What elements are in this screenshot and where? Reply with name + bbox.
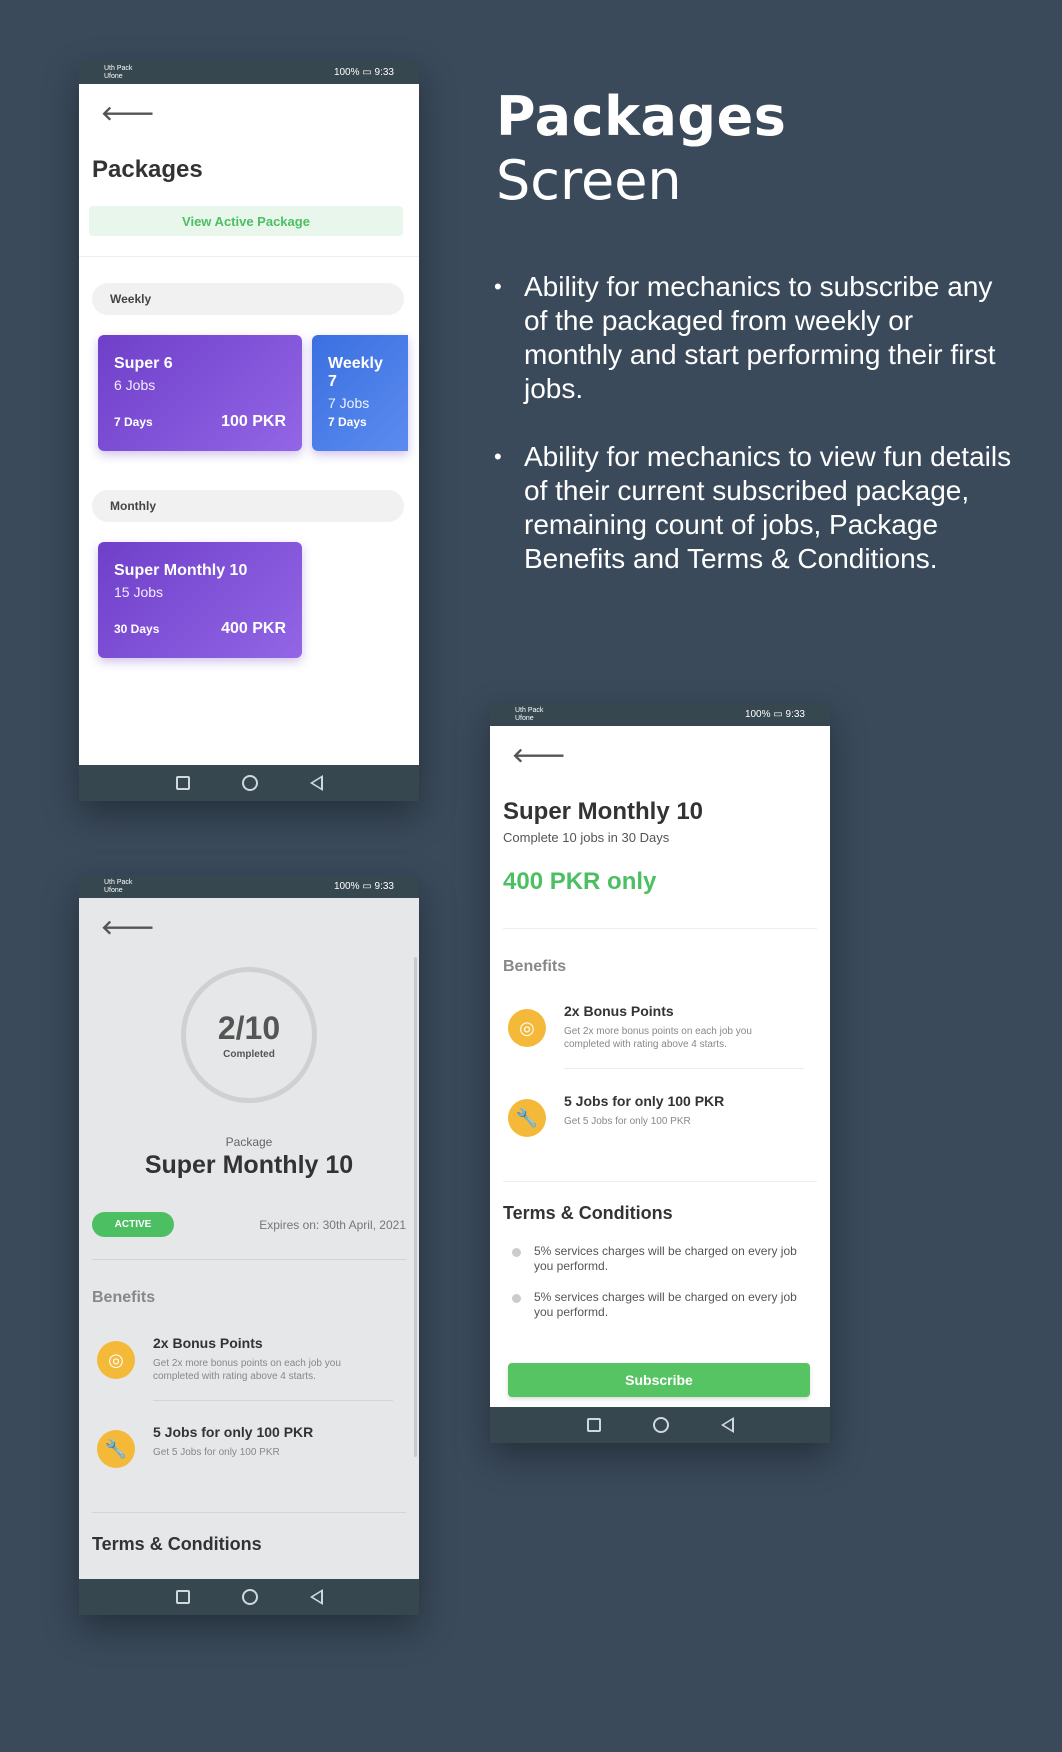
benefit-title: 2x Bonus Points: [564, 1003, 674, 1019]
package-card-super-6[interactable]: Super 6 6 Jobs 7 Days 100 PKR: [98, 335, 302, 451]
benefit-description: Get 2x more bonus points on each job you…: [153, 1358, 341, 1382]
benefit-item: ◎ 2x Bonus Points Get 2x more bonus poin…: [508, 1003, 798, 1063]
package-name: Super Monthly 10: [114, 562, 248, 579]
package-days: 7 Days: [328, 415, 367, 429]
recent-apps-icon[interactable]: [586, 1418, 601, 1432]
divider: [92, 1259, 406, 1260]
progress-label: Completed: [223, 1049, 275, 1060]
wrench-icon: 🔧: [97, 1430, 135, 1468]
divider: [564, 1068, 804, 1069]
benefit-description: Get 5 Jobs for only 100 PKR: [153, 1447, 280, 1458]
battery-level: 100%: [744, 709, 771, 720]
carrier-label: Ufone: [104, 72, 123, 80]
package-subtitle: Complete 10 jobs in 30 Days: [503, 830, 670, 845]
packages-screen: Uth Pack Ufone 100% ▭ 9:33 🡐 Packages Vie…: [79, 61, 419, 801]
divider: [503, 1181, 817, 1182]
feature-item: Ability for mechanics to view fun detail…: [494, 440, 1014, 576]
scrollbar[interactable]: [414, 957, 417, 1457]
status-bar: Uth Pack Ufone 100% ▭ 9:33: [79, 61, 419, 84]
clock: 9:33: [785, 709, 805, 720]
system-nav-bar: [79, 1579, 419, 1615]
package-days: 7 Days: [114, 415, 153, 429]
progress-value: 2/10: [217, 1010, 281, 1046]
active-package-screen: Uth Pack Ufone 100% ▭ 9:33 🡐 2/10 Complet…: [79, 875, 419, 1615]
page-title: Packages: [92, 156, 203, 183]
package-price: 400 PKR: [221, 620, 286, 637]
hero-subtitle: Screen: [496, 149, 682, 212]
system-nav-bar: [490, 1407, 830, 1443]
carrier-label: Ufone: [515, 714, 534, 722]
battery-level: 100%: [333, 881, 360, 892]
package-name: Super 6: [114, 355, 173, 372]
progress-ring: 2/10 Completed: [181, 967, 317, 1103]
package-price: 100 PKR: [221, 413, 286, 430]
package-price: 400 PKR only: [503, 868, 657, 895]
carrier-label: Uth Pack: [104, 878, 133, 886]
carrier-label: Ufone: [104, 886, 123, 894]
back-arrow-icon[interactable]: 🡐: [101, 101, 155, 126]
recent-apps-icon[interactable]: [175, 776, 190, 790]
benefit-description: Get 2x more bonus points on each job you…: [564, 1026, 752, 1050]
package-card-weekly-7[interactable]: Weekly 7 7 Jobs 7 Days: [312, 335, 408, 451]
back-arrow-icon[interactable]: 🡐: [101, 915, 155, 940]
divider: [503, 928, 817, 929]
package-jobs: 15 Jobs: [114, 584, 164, 600]
package-jobs: 7 Jobs: [328, 395, 370, 411]
section-monthly: Monthly: [92, 490, 404, 522]
subscribe-button[interactable]: Subscribe: [508, 1363, 810, 1397]
package-caption: Package: [225, 1135, 273, 1149]
system-nav-bar: [79, 765, 419, 801]
terms-heading: Terms & Conditions: [92, 1534, 262, 1554]
feature-item: Ability for mechanics to subscribe any o…: [494, 270, 1014, 406]
benefit-item: 🔧 5 Jobs for only 100 PKR Get 5 Jobs for…: [508, 1093, 798, 1153]
benefit-title: 5 Jobs for only 100 PKR: [564, 1093, 725, 1109]
benefits-heading: Benefits: [92, 1289, 156, 1306]
wrench-icon: 🔧: [508, 1099, 546, 1137]
feature-list: Ability for mechanics to subscribe any o…: [494, 270, 1014, 610]
clock: 9:33: [374, 881, 394, 892]
view-active-package-button[interactable]: View Active Package: [89, 206, 403, 236]
benefit-item: 🔧 5 Jobs for only 100 PKR Get 5 Jobs for…: [97, 1424, 387, 1484]
terms-item: 5% services charges will be charged on e…: [512, 1290, 802, 1320]
benefits-heading: Benefits: [503, 958, 567, 975]
package-name: Weekly 7: [328, 355, 383, 390]
package-days: 30 Days: [114, 622, 160, 636]
home-icon[interactable]: [241, 775, 258, 791]
hero-title: Packages: [496, 85, 787, 148]
package-card-super-monthly-10[interactable]: Super Monthly 10 15 Jobs 30 Days 400 PKR: [98, 542, 302, 658]
back-triangle-icon[interactable]: [309, 775, 323, 791]
package-detail-screen: Uth Pack Ufone 100% ▭ 9:33 🡐 Super Monthl…: [490, 703, 830, 1443]
battery-level: 100%: [333, 67, 360, 78]
clock: 9:33: [374, 67, 394, 78]
benefit-title: 5 Jobs for only 100 PKR: [153, 1424, 314, 1440]
benefit-description: Get 5 Jobs for only 100 PKR: [564, 1116, 691, 1127]
package-jobs: 6 Jobs: [114, 377, 156, 393]
status-bar: Uth Pack Ufone 100% ▭ 9:33: [79, 875, 419, 898]
divider: [153, 1400, 393, 1401]
terms-heading: Terms & Conditions: [503, 1203, 673, 1223]
status-bar: Uth Pack Ufone 100% ▭ 9:33: [490, 703, 830, 726]
terms-item: 5% services charges will be charged on e…: [512, 1244, 802, 1274]
back-triangle-icon[interactable]: [309, 1589, 323, 1605]
divider: [79, 256, 419, 257]
expiry-date: Expires on: 30th April, 2021: [259, 1218, 406, 1232]
recent-apps-icon[interactable]: [175, 1590, 190, 1604]
back-arrow-icon[interactable]: 🡐: [512, 743, 566, 768]
back-triangle-icon[interactable]: [720, 1417, 734, 1433]
benefit-title: 2x Bonus Points: [153, 1335, 263, 1351]
carrier-label: Uth Pack: [104, 64, 133, 72]
benefit-item: ◎ 2x Bonus Points Get 2x more bonus poin…: [97, 1335, 387, 1395]
coins-icon: ◎: [97, 1341, 135, 1379]
coins-icon: ◎: [508, 1009, 546, 1047]
home-icon[interactable]: [241, 1589, 258, 1605]
section-weekly: Weekly: [92, 283, 404, 315]
package-title: Super Monthly 10: [503, 798, 704, 825]
carrier-label: Uth Pack: [515, 706, 544, 714]
package-name: Super Monthly 10: [144, 1151, 354, 1179]
home-icon[interactable]: [652, 1417, 669, 1433]
divider: [92, 1512, 406, 1513]
status-badge: ACTIVE: [92, 1212, 174, 1237]
